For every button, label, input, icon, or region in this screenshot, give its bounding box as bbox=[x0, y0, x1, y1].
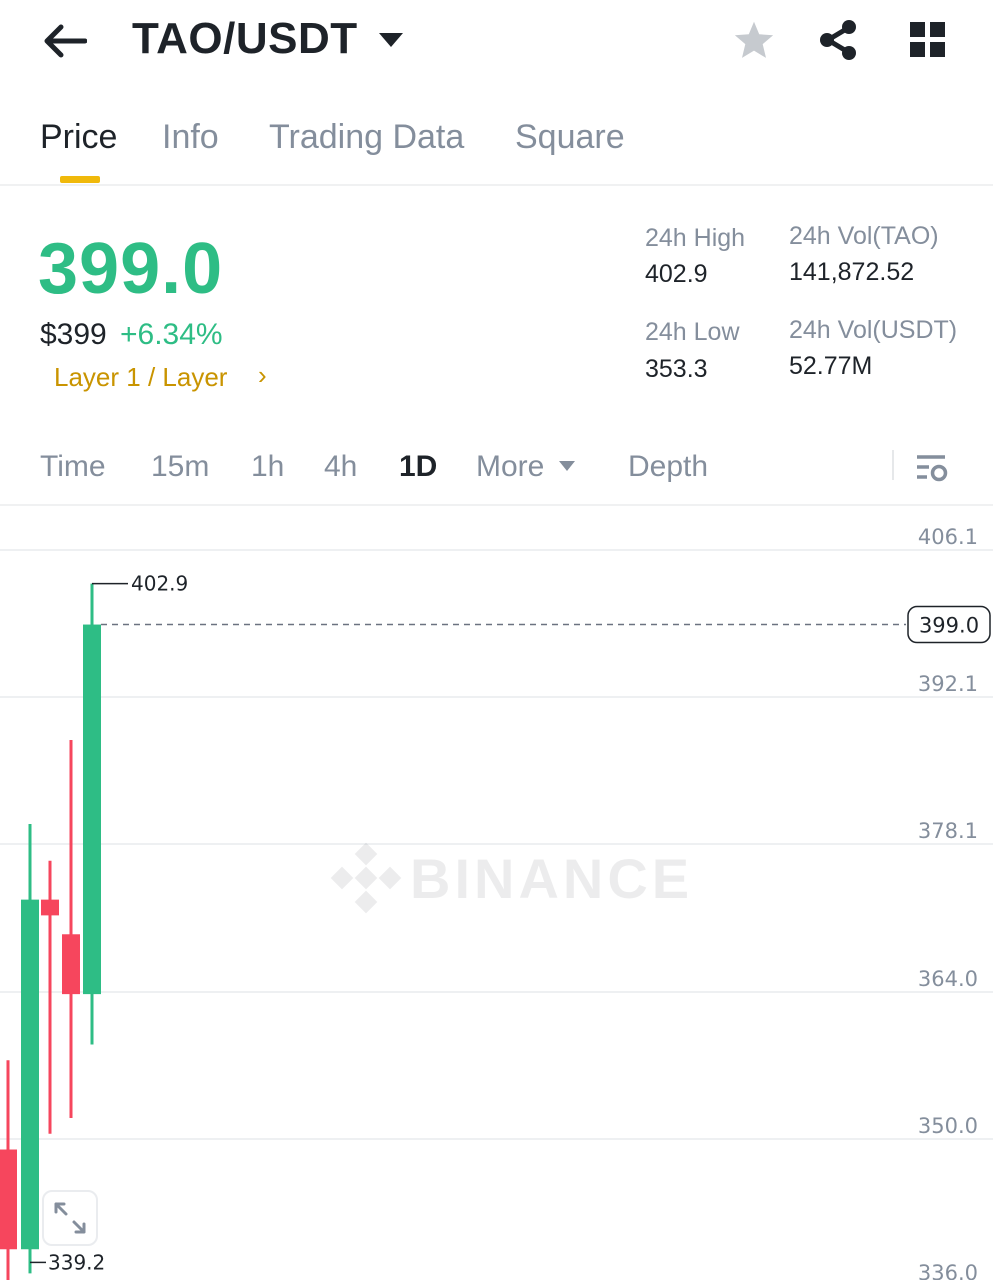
y-axis-tick-label: 378.1 bbox=[918, 819, 978, 843]
volume-quote-value: 52.77M bbox=[789, 352, 873, 380]
current-price-label: 399.0 bbox=[919, 614, 979, 638]
watermark-logo bbox=[330, 842, 402, 914]
expand-icon[interactable] bbox=[53, 1201, 87, 1235]
candle-body bbox=[0, 1149, 17, 1250]
grid-icon[interactable] bbox=[909, 21, 947, 59]
pair-title[interactable]: TAO/USDT bbox=[132, 14, 358, 64]
tab-price[interactable]: Price bbox=[40, 118, 117, 157]
volume-quote-label: 24h Vol(USDT) bbox=[789, 316, 958, 344]
favorite-button[interactable] bbox=[730, 16, 778, 64]
candle-body bbox=[21, 899, 39, 1250]
y-axis-tick-label: 406.1 bbox=[918, 525, 978, 549]
chart-settings-icon[interactable] bbox=[915, 453, 949, 483]
y-axis-tick-label: 336.0 bbox=[918, 1261, 978, 1280]
caret-down-icon[interactable] bbox=[378, 32, 404, 48]
interval-4h[interactable]: 4h bbox=[324, 450, 357, 484]
watermark-logo-part bbox=[330, 866, 354, 890]
share-button[interactable] bbox=[814, 16, 862, 64]
usd-price: $399 bbox=[40, 318, 107, 351]
high-label: 24h High bbox=[645, 224, 746, 252]
high-marker-label: 402.9 bbox=[131, 572, 188, 596]
low-value: 353.3 bbox=[645, 355, 708, 383]
candle-body bbox=[41, 899, 59, 916]
pair-selector[interactable]: TAO/USDT bbox=[132, 14, 404, 64]
tab-square[interactable]: Square bbox=[515, 118, 625, 157]
interval-more[interactable]: More bbox=[476, 450, 544, 484]
low-marker-label: 339.2 bbox=[48, 1250, 105, 1274]
top-bar: TAO/USDT bbox=[0, 0, 993, 90]
watermark-logo-part bbox=[354, 890, 378, 914]
y-axis-tick-label: 364.0 bbox=[918, 967, 978, 991]
share-icon[interactable] bbox=[818, 19, 858, 61]
chevron-right-icon[interactable]: › bbox=[258, 360, 267, 391]
interval-bar: Time 15m 1h 4h 1D More Depth bbox=[0, 440, 993, 506]
price-change-percent: +6.34% bbox=[120, 318, 223, 351]
back-button[interactable] bbox=[40, 18, 90, 64]
watermark-text: BINANCE bbox=[410, 847, 693, 910]
category-tag-link[interactable]: Layer 1 / Layer bbox=[54, 362, 227, 393]
y-axis-tick-label: 350.0 bbox=[918, 1114, 978, 1138]
tab-info[interactable]: Info bbox=[162, 118, 219, 157]
high-value: 402.9 bbox=[645, 260, 708, 288]
tab-bar: Price Info Trading Data Square bbox=[0, 100, 993, 186]
tab-trading-data[interactable]: Trading Data bbox=[269, 118, 464, 157]
caret-down-icon[interactable] bbox=[558, 460, 576, 472]
back-arrow-icon[interactable] bbox=[43, 23, 87, 59]
y-axis-tick-label: 392.1 bbox=[918, 672, 978, 696]
last-price: 399.0 bbox=[38, 229, 224, 309]
interval-time[interactable]: Time bbox=[40, 450, 106, 484]
candle-body bbox=[83, 624, 101, 995]
interval-1h[interactable]: 1h bbox=[251, 450, 284, 484]
interval-1d[interactable]: 1D bbox=[399, 450, 437, 484]
low-label: 24h Low bbox=[645, 318, 740, 346]
volume-base-value: 141,872.52 bbox=[789, 258, 915, 286]
depth-tab[interactable]: Depth bbox=[628, 450, 708, 484]
divider bbox=[892, 450, 894, 480]
chart-settings-button[interactable] bbox=[910, 446, 954, 490]
candle-body bbox=[62, 934, 80, 995]
active-tab-indicator bbox=[60, 176, 100, 183]
interval-15m[interactable]: 15m bbox=[151, 450, 209, 484]
watermark-logo-part bbox=[354, 866, 378, 890]
expand-chart-button[interactable] bbox=[42, 1190, 98, 1246]
volume-base-label: 24h Vol(TAO) bbox=[789, 222, 939, 250]
layout-button[interactable] bbox=[904, 16, 952, 64]
watermark-logo-part bbox=[378, 866, 402, 890]
watermark-logo-part bbox=[354, 842, 378, 866]
candlestick-chart[interactable]: 406.1 392.1 378.1 364.0 350.0 336.0 BINANCE 402… bbox=[0, 508, 993, 1280]
star-icon[interactable] bbox=[733, 20, 775, 60]
